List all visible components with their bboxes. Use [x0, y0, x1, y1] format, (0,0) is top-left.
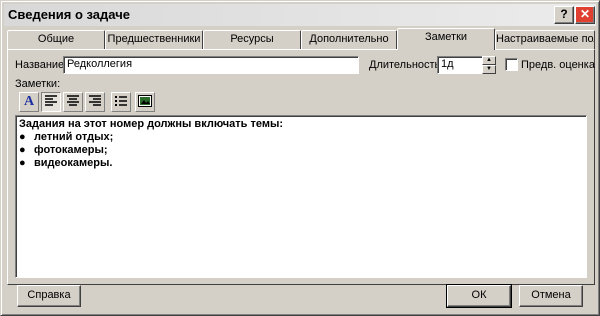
align-left-icon[interactable] — [41, 92, 61, 112]
task-info-dialog: Сведения о задаче ? ✕ Общие Предшественн… — [0, 0, 600, 316]
bullets-icon[interactable] — [111, 92, 131, 112]
duration-spinner[interactable]: ▲ ▼ — [482, 56, 496, 74]
insert-object-icon[interactable] — [135, 92, 155, 112]
window-title: Сведения о задаче — [8, 7, 130, 22]
close-icon[interactable]: ✕ — [575, 6, 595, 24]
tab-resources[interactable]: Ресурсы — [203, 30, 301, 49]
duration-input[interactable]: 1д — [437, 56, 483, 74]
tab-advanced[interactable]: Дополнительно — [301, 30, 397, 49]
list-item-text: видеокамеры. — [34, 157, 113, 169]
estimate-label: Предв. оценка — [521, 59, 595, 71]
tab-general[interactable]: Общие — [7, 30, 105, 49]
tab-strip: Общие Предшественники Ресурсы Дополнител… — [7, 28, 595, 50]
spin-up-icon[interactable]: ▲ — [482, 56, 496, 65]
tab-predecessors[interactable]: Предшественники — [105, 30, 203, 49]
align-center-icon[interactable] — [63, 92, 83, 112]
help-button[interactable]: Справка — [17, 285, 81, 307]
spin-down-icon[interactable]: ▼ — [482, 65, 496, 74]
align-right-icon[interactable] — [85, 92, 105, 112]
bullet-icon: ● — [19, 144, 26, 156]
list-item: ● летний отдых; — [19, 131, 583, 144]
ok-button[interactable]: ОК — [446, 284, 512, 308]
list-item: ● видеокамеры. — [19, 157, 583, 170]
cancel-button[interactable]: Отмена — [519, 285, 583, 307]
notes-editor[interactable]: Задания на этот номер должны включать те… — [15, 115, 587, 278]
bullet-icon: ● — [19, 157, 26, 169]
list-item-text: летний отдых; — [34, 131, 114, 143]
tab-notes[interactable]: Заметки — [397, 28, 495, 50]
notes-heading: Задания на этот номер должны включать те… — [19, 118, 284, 130]
bullet-icon: ● — [19, 131, 26, 143]
name-label: Название: — [15, 59, 68, 71]
list-item-text: фотокамеры; — [34, 144, 108, 156]
duration-label: Длительность: — [369, 59, 444, 71]
help-icon[interactable]: ? — [554, 6, 574, 24]
title-bar[interactable]: Сведения о задаче ? ✕ — [4, 4, 596, 26]
list-item: ● фотокамеры; — [19, 144, 583, 157]
name-input[interactable]: Редколлегия — [63, 56, 359, 74]
tab-custom-fields[interactable]: Настраиваемые поля — [495, 30, 595, 49]
estimate-checkbox[interactable] — [505, 58, 518, 71]
notes-label: Заметки: — [15, 78, 61, 90]
font-icon[interactable]: A — [19, 92, 39, 112]
